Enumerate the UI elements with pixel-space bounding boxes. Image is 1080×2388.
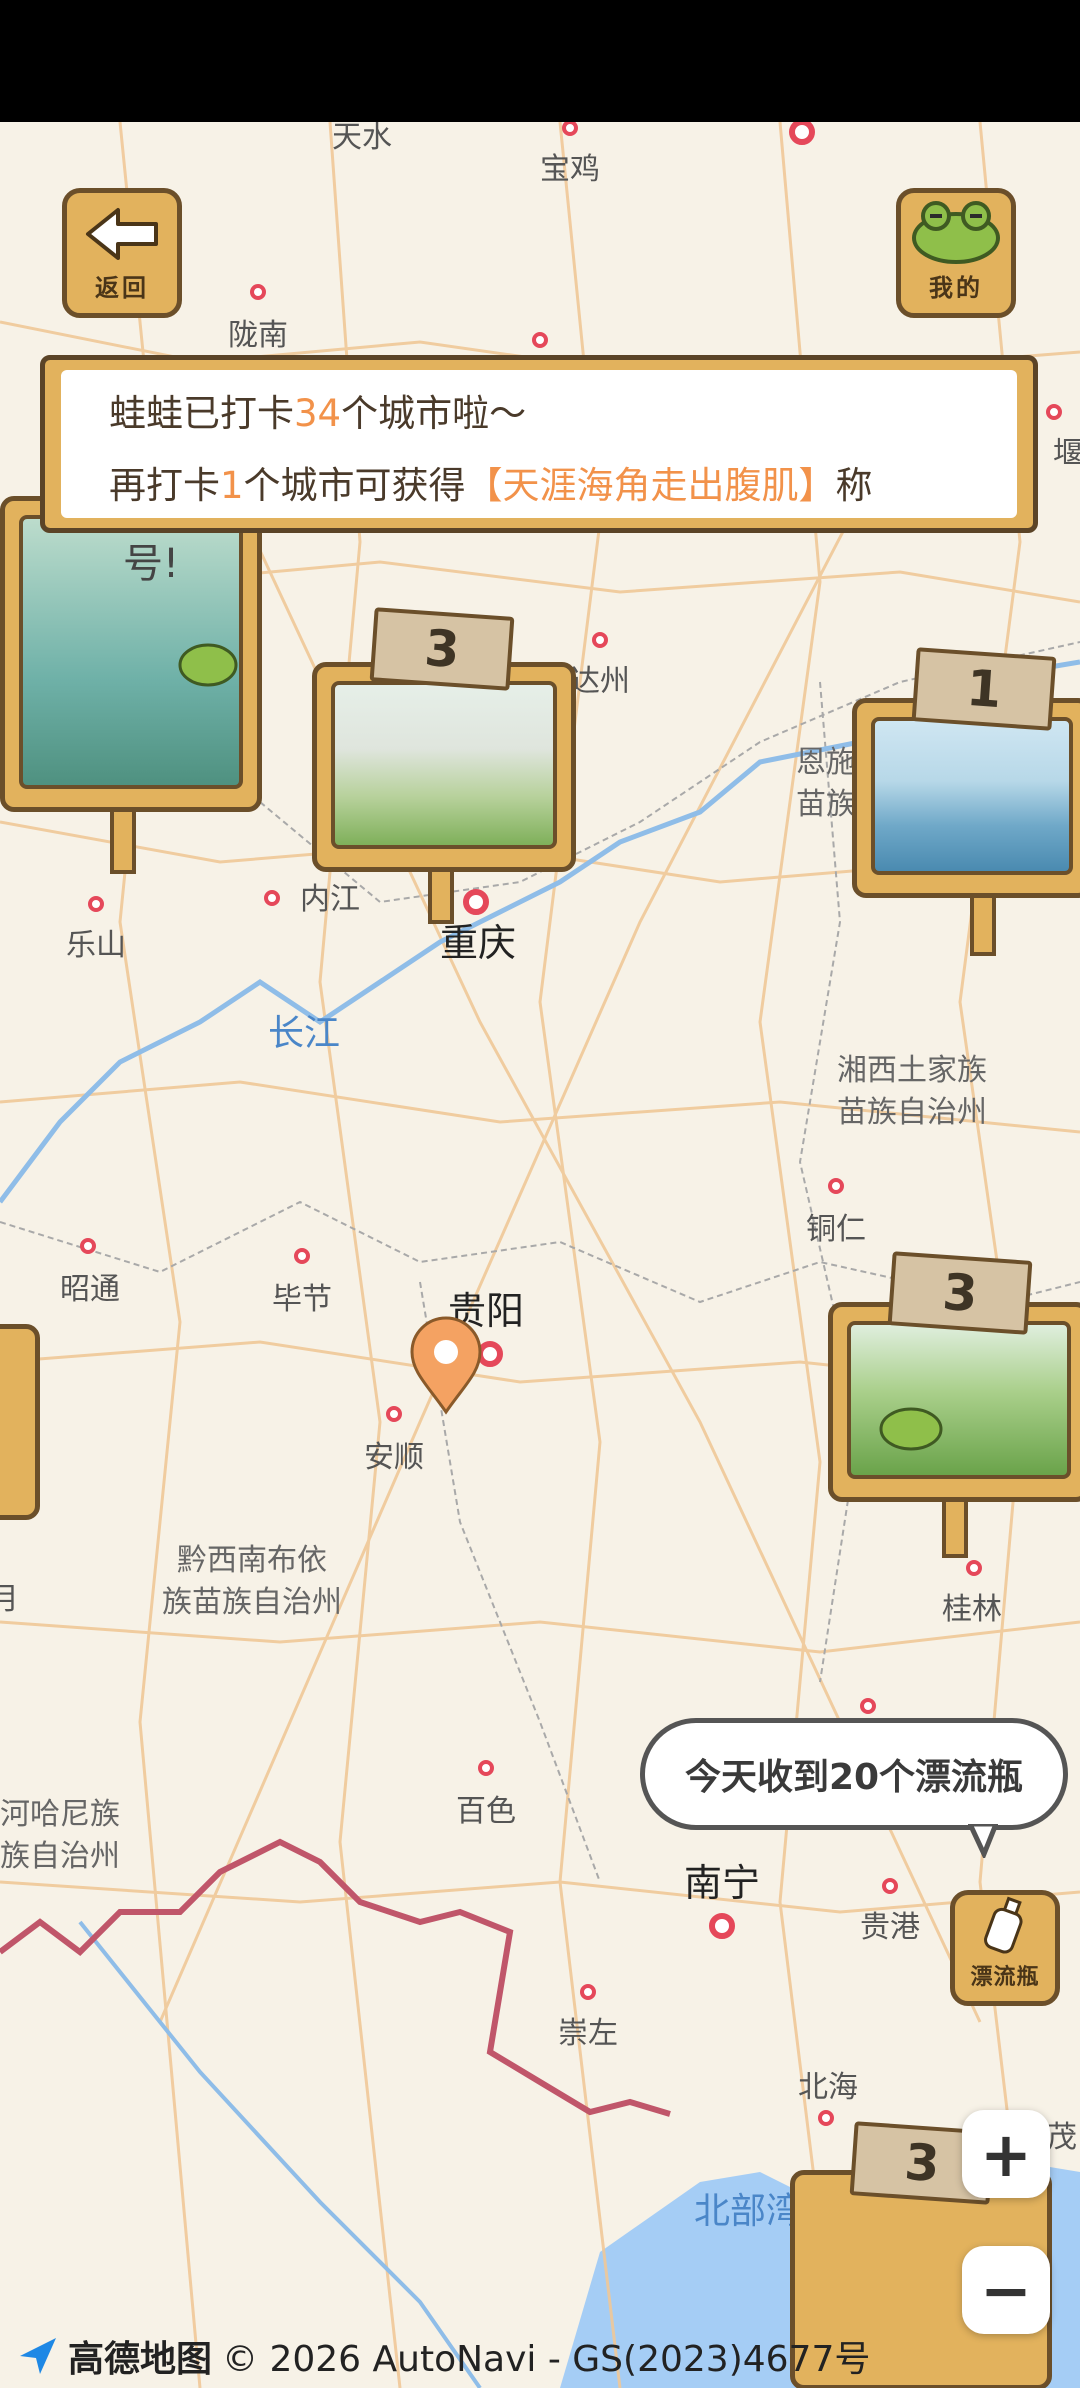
city-dot[interactable]	[264, 890, 280, 906]
postcard-image	[331, 681, 557, 849]
postcard-chongqing[interactable]	[312, 662, 576, 872]
title-reward: 【天涯海角走出腹肌】	[465, 464, 836, 507]
banner-text-part: 蛙蛙已打卡	[109, 392, 294, 435]
zoom-in-button[interactable]: +	[962, 2110, 1050, 2198]
banner-text: 蛙蛙已打卡34个城市啦～ 再打卡1个城市可获得【天涯海角走出腹肌】称	[61, 370, 1017, 518]
visit-count-sign: 3	[887, 1251, 1033, 1335]
city-label-chongzuo: 崇左	[558, 2016, 618, 2051]
bubble-tail	[968, 1824, 998, 1858]
postcard-post	[970, 894, 996, 956]
banner-text-part: 称	[835, 464, 873, 507]
city-dot[interactable]	[478, 1760, 494, 1776]
postcard-post	[110, 808, 136, 874]
city-label-dazhou: 达州	[570, 664, 630, 699]
bottle-icon	[984, 1896, 1023, 1954]
back-button[interactable]: 返回	[62, 188, 182, 318]
city-label-honghe: 河哈尼族 族自治州	[0, 1797, 120, 1874]
postcard-post	[942, 1498, 968, 1558]
postcard-caption: 号!	[123, 541, 180, 587]
back-arrow-icon	[86, 208, 158, 260]
city-dot[interactable]	[88, 896, 104, 912]
postcard-image	[871, 717, 1073, 875]
city-label-bijie: 毕节	[272, 1282, 332, 1317]
postcard-image	[847, 1321, 1071, 1479]
city-label-enshi: 恩施 苗族	[796, 745, 856, 822]
city-label-tianshui: 天水	[332, 122, 392, 155]
city-dot[interactable]	[818, 2110, 834, 2126]
city-dot[interactable]	[532, 332, 548, 348]
city-label-anshun: 安顺	[364, 1440, 424, 1475]
city-dot[interactable]	[828, 1178, 844, 1194]
my-label: 我的	[929, 274, 983, 302]
city-dot[interactable]	[592, 632, 608, 648]
city-dot[interactable]	[294, 1248, 310, 1264]
drift-bottle-bubble[interactable]: 今天收到20个漂流瓶	[640, 1718, 1068, 1830]
checked-in-count: 34	[294, 392, 342, 435]
postcard-partial[interactable]	[0, 1324, 40, 1520]
frog-face-icon	[912, 201, 1000, 264]
river-label-changjiang: 长江	[267, 1013, 341, 1054]
city-label-beihai: 北海	[798, 2070, 858, 2105]
city-label-nanning: 南宁	[683, 1861, 761, 1905]
city-label-guilin: 桂林	[942, 1592, 1002, 1627]
back-label: 返回	[95, 274, 149, 302]
city-dot[interactable]	[386, 1406, 402, 1422]
banner-line-1: 蛙蛙已打卡34个城市啦～	[109, 378, 1017, 450]
postcard-post	[428, 868, 454, 924]
city-label-guigang: 贵港	[860, 1910, 920, 1945]
my-profile-button[interactable]: 我的	[896, 188, 1016, 318]
city-label-neijiang: 内江	[300, 882, 360, 917]
sea-label-beibu: 北部湾	[693, 2191, 803, 2232]
city-dot[interactable]	[860, 1698, 876, 1714]
city-label-yan: 堰	[1053, 436, 1080, 471]
status-bar	[0, 0, 1080, 122]
amap-logo-icon	[20, 2338, 56, 2374]
zoom-out-button[interactable]: −	[962, 2246, 1050, 2334]
drift-bottle-label: 漂流瓶	[970, 1965, 1040, 1990]
drift-bottle-button[interactable]: 漂流瓶	[950, 1890, 1060, 2006]
city-dot[interactable]	[1046, 404, 1062, 420]
banner-text-part: 个城市啦～	[341, 392, 527, 435]
city-dot[interactable]	[966, 1560, 982, 1576]
city-dot[interactable]	[80, 1238, 96, 1254]
banner-text-part: 个城市可获得	[243, 464, 466, 507]
banner-text-part: 再打卡	[109, 464, 220, 507]
city-dot[interactable]	[882, 1878, 898, 1894]
frog-icon	[178, 643, 238, 687]
location-pin-icon[interactable]	[408, 1316, 484, 1416]
city-label-xiangxi: 湘西土家族 苗族自治州	[837, 1053, 987, 1130]
achievement-banner: 蛙蛙已打卡34个城市啦～ 再打卡1个城市可获得【天涯海角走出腹肌】称	[40, 355, 1038, 533]
city-label-yue: 月	[0, 1582, 19, 1617]
postcard-image: 号!	[19, 515, 243, 789]
postcard-chengdu[interactable]: 号!	[0, 496, 262, 812]
copyright-text: © 2026 AutoNavi - GS(2023)4677号	[222, 2339, 871, 2380]
postcard-guilin[interactable]	[828, 1302, 1080, 1502]
city-label-qianxinan: 黔西南布依 族苗族自治州	[162, 1543, 342, 1620]
remaining-count: 1	[220, 464, 244, 507]
city-label-longnan: 陇南	[228, 318, 288, 353]
visit-count-sign: 3	[369, 607, 515, 691]
amap-logo-text: 高德地图	[68, 2339, 213, 2380]
city-label-zhaotong: 昭通	[60, 1272, 120, 1307]
city-dot[interactable]	[709, 1913, 735, 1939]
banner-line-2: 再打卡1个城市可获得【天涯海角走出腹肌】称	[109, 450, 1017, 518]
city-label-baise: 百色	[456, 1794, 516, 1829]
city-dot[interactable]	[250, 284, 266, 300]
visit-count-sign: 1	[911, 647, 1057, 731]
city-label-mao: 茂	[1047, 2120, 1077, 2155]
map-credit: 高德地图 © 2026 AutoNavi - GS(2023)4677号	[0, 2326, 870, 2386]
frog-icon	[879, 1407, 943, 1451]
city-label-leshan: 乐山	[66, 928, 126, 963]
city-label-baoji: 宝鸡	[540, 152, 600, 187]
city-dot[interactable]	[580, 1984, 596, 2000]
city-label-tongren: 铜仁	[806, 1212, 866, 1247]
